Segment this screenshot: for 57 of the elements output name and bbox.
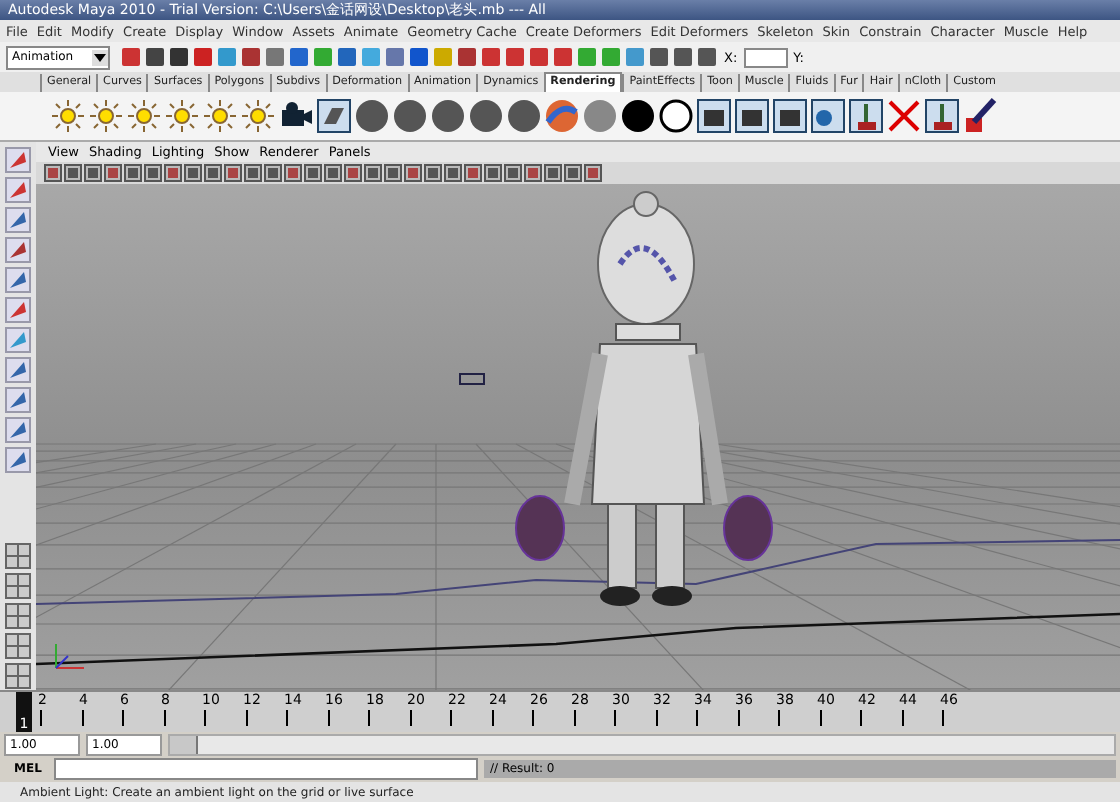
shelf-icon[interactable] xyxy=(848,98,884,134)
command-field[interactable] xyxy=(54,758,478,780)
range-slider[interactable] xyxy=(168,733,1116,755)
shelf-icon[interactable] xyxy=(810,98,846,134)
tool-icon[interactable] xyxy=(4,206,32,234)
layout-icon[interactable] xyxy=(4,662,32,690)
sphere-icon[interactable] xyxy=(354,98,390,134)
toolbar-icon[interactable] xyxy=(456,46,478,68)
light-icon[interactable] xyxy=(50,98,86,134)
tool-icon[interactable] xyxy=(4,296,32,324)
sphere-icon[interactable] xyxy=(620,98,656,134)
layout-icon[interactable] xyxy=(4,572,32,600)
light-icon[interactable] xyxy=(164,98,200,134)
tool-icon[interactable] xyxy=(4,266,32,294)
caret-icon xyxy=(92,49,108,65)
tool-icon[interactable] xyxy=(4,386,32,414)
light-icon[interactable] xyxy=(126,98,162,134)
toolbar-icon[interactable] xyxy=(648,46,670,68)
sphere-icon[interactable] xyxy=(506,98,542,134)
tool-icon[interactable] xyxy=(4,176,32,204)
coordinate-field[interactable] xyxy=(743,47,788,67)
layout-icon[interactable] xyxy=(4,602,32,630)
toolbar-icon[interactable] xyxy=(144,46,166,68)
shelf-icon[interactable] xyxy=(924,98,960,134)
viewport[interactable] xyxy=(36,184,1120,690)
tool-icon[interactable] xyxy=(4,356,32,384)
tool-icon[interactable] xyxy=(4,146,32,174)
shelf-icon[interactable] xyxy=(696,98,732,134)
tool-icon[interactable] xyxy=(4,236,32,264)
toolbar-icon[interactable] xyxy=(288,46,310,68)
range-handle[interactable] xyxy=(170,735,199,753)
layout-icon[interactable] xyxy=(4,542,32,570)
tool-icon[interactable] xyxy=(4,416,32,444)
shelf-icon[interactable] xyxy=(734,98,770,134)
shelf-icon[interactable] xyxy=(316,98,352,134)
sphere-icon[interactable] xyxy=(392,98,428,134)
layout-icon[interactable] xyxy=(4,632,32,660)
toolbar-icon[interactable] xyxy=(240,46,262,68)
ring-icon[interactable] xyxy=(658,98,694,134)
locator-shape xyxy=(459,373,485,385)
toolbar-icon[interactable] xyxy=(408,46,430,68)
brush-icon[interactable] xyxy=(962,98,998,134)
light-icon[interactable] xyxy=(240,98,276,134)
toolbar-icon[interactable] xyxy=(336,46,358,68)
axis-indicator xyxy=(55,643,85,669)
toolbar-icon[interactable] xyxy=(672,46,694,68)
sphere-icon[interactable] xyxy=(430,98,466,134)
cross-icon[interactable] xyxy=(886,98,922,134)
light-icon[interactable] xyxy=(88,98,124,134)
tool-icon[interactable] xyxy=(4,446,32,474)
toolbar-icon[interactable] xyxy=(696,46,718,68)
tool-icon[interactable] xyxy=(4,326,32,354)
sphere-icon[interactable] xyxy=(468,98,504,134)
toolbar-icon[interactable] xyxy=(168,46,190,68)
light-icon[interactable] xyxy=(202,98,238,134)
toolbar-icon[interactable] xyxy=(192,46,214,68)
shelf-icon[interactable] xyxy=(772,98,808,134)
